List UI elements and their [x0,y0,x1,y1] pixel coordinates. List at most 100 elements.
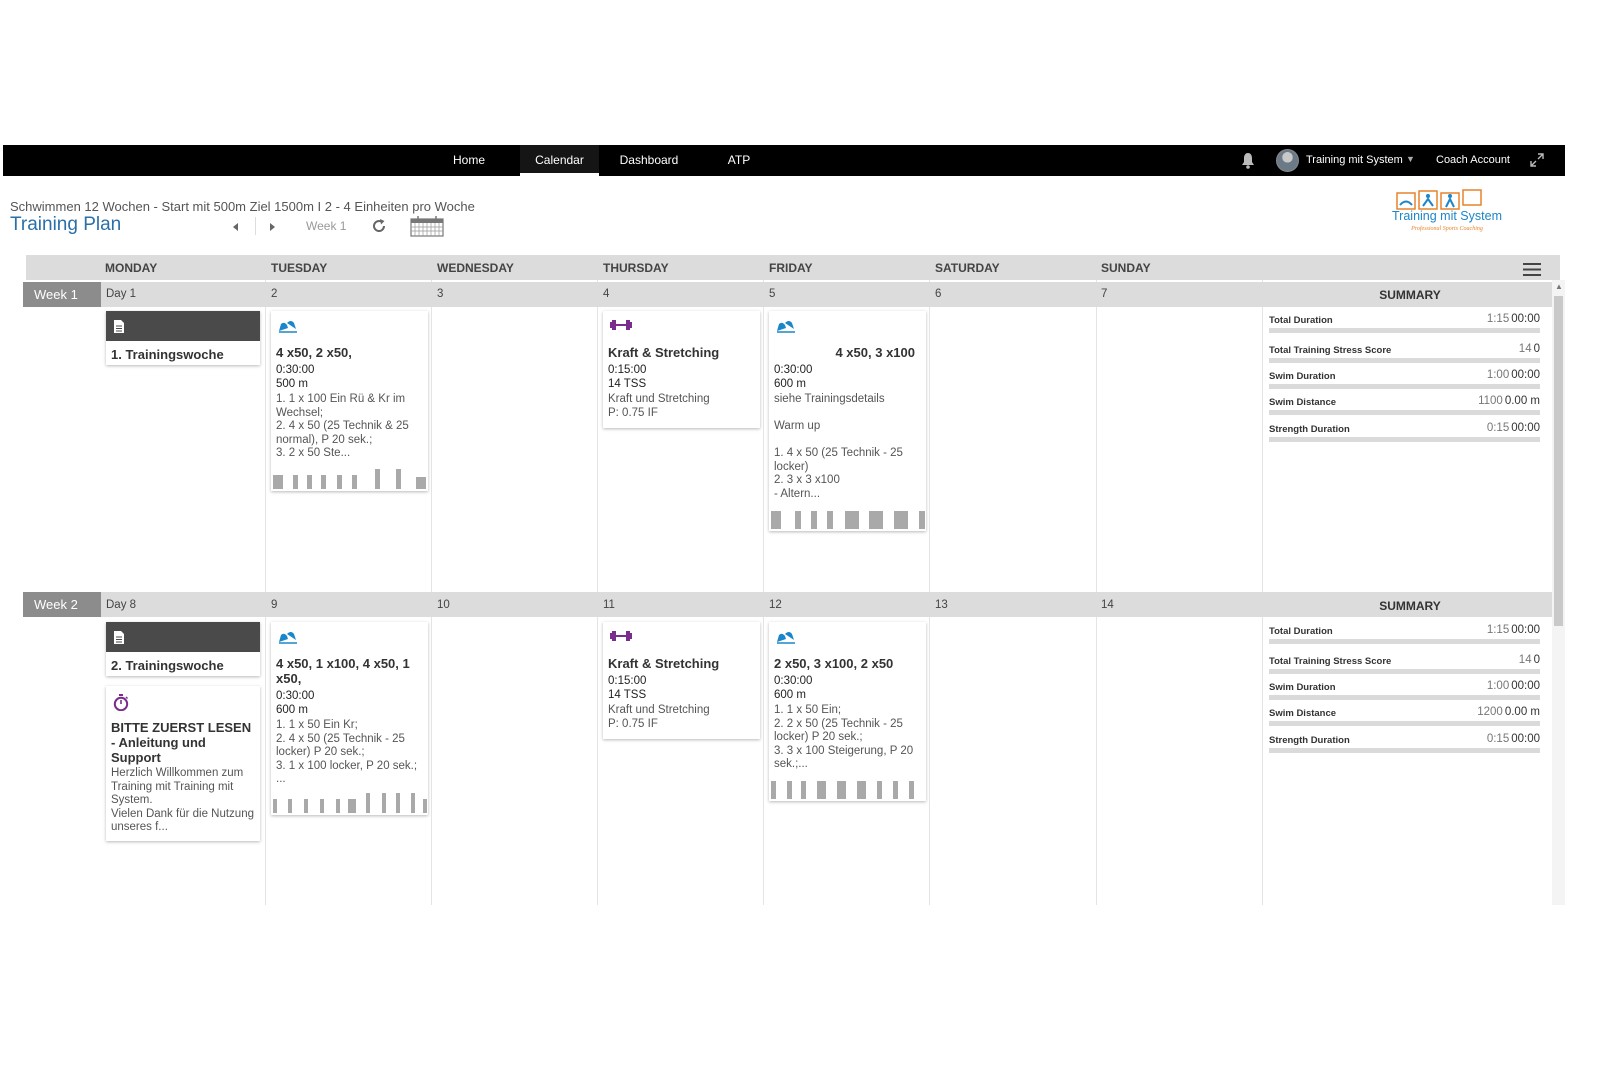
planned-value: 0:15 [1486,422,1510,434]
summary-swim-duration: Swim Duration 1:00 00:00 [1269,369,1540,397]
menu-icon[interactable] [1523,263,1541,276]
completed-value: 0 [1533,343,1540,355]
day-number: 7 [1101,288,1108,300]
training-mit-system-logo: Training mit System Professional Sports … [1392,189,1502,232]
day-number: 13 [935,599,948,611]
workout-card-swim[interactable]: 4 x50, 1 x100, 4 x50, 1 x50, 0:30:00 600… [271,622,428,815]
summary-value: 0:15 00:00 [1487,422,1540,434]
workout-duration: 0:15:00 [608,675,647,687]
summary-label: Swim Duration [1269,371,1336,382]
note-title: 1. Trainingswoche [111,347,224,362]
workout-tss: 14 TSS [608,689,647,701]
summary-strength-duration: Strength Duration 0:15 00:00 [1269,733,1540,761]
bell-icon[interactable] [1241,152,1255,169]
day-tuesday: TUESDAY [271,261,328,275]
summary-label: Total Training Stress Score [1269,656,1392,667]
scroll-up-icon[interactable]: ▲ [1555,282,1563,291]
divider [255,217,256,235]
summary-label: Swim Distance [1269,708,1337,719]
workout-duration: 0:30:00 [774,675,813,687]
planned-value: 1:00 [1486,680,1510,692]
day-number: 9 [271,599,278,611]
summary-total-duration: Total Duration 1:15 00:00 [1269,313,1540,341]
summary-value: 1:00 00:00 [1487,680,1540,692]
workout-card-strength[interactable]: Kraft & Stretching 0:15:00 14 TSS Kraft … [603,311,760,428]
workout-card-strength[interactable]: Kraft & Stretching 0:15:00 14 TSS Kraft … [603,622,760,739]
workout-duration: 0:30:00 [276,364,315,376]
previous-week-icon[interactable] [230,221,242,233]
vertical-scrollbar[interactable]: ▲ [1552,280,1565,905]
completed-value: 00:00 [1511,422,1540,434]
avatar[interactable] [1276,149,1299,172]
workout-card-swim[interactable]: 2 x50, 3 x100, 2 x50 0:30:00 600 m 1. 1 … [769,622,926,801]
completed-value: 0.00 m [1504,395,1540,407]
day-number: 5 [769,288,776,300]
chevron-down-icon[interactable]: ▼ [1406,145,1415,174]
day-thursday: THURSDAY [603,261,669,275]
completed-value: 00:00 [1511,680,1540,692]
strength-icon [610,320,632,330]
stopwatch-icon [113,694,129,711]
summary-strength-duration: Strength Duration 0:15 00:00 [1269,422,1540,450]
completed-value: 0 [1533,654,1540,666]
nav-calendar[interactable]: Calendar [520,145,599,176]
workout-distance: 500 m [276,378,308,390]
workout-card-swim[interactable]: 4 x50, 2 x50, 0:30:00 500 m 1. 1 x 100 E… [271,311,428,491]
info-title: BITTE ZUERST LESEN - Anleitung und Suppo… [111,720,252,765]
day-number: 10 [437,599,450,611]
day-saturday: SATURDAY [935,261,1000,275]
day-number: 3 [437,288,444,300]
summary-swim-distance: Swim Distance 1100 0.00 m [1269,395,1540,423]
coach-account-link[interactable]: Coach Account [1436,145,1510,175]
workout-card-swim[interactable]: 4 x50, 3 x100 0:30:00 600 m siehe Traini… [769,311,926,531]
week-label[interactable]: Week 1 [23,282,101,307]
refresh-icon[interactable] [371,218,387,234]
summary-label: Swim Duration [1269,682,1336,693]
swim-icon [777,321,795,333]
summary-label: Total Duration [1269,315,1333,326]
week-label[interactable]: Week 2 [23,592,101,617]
summary-total-duration: Total Duration 1:15 00:00 [1269,624,1540,652]
completed-value: 00:00 [1511,369,1540,381]
completed-value: 00:00 [1511,313,1540,325]
workout-title: Kraft & Stretching [608,656,720,671]
workout-structure-graph [771,511,925,529]
user-name[interactable]: Training mit System [1306,145,1403,175]
workout-distance: 600 m [774,689,806,701]
next-week-icon[interactable] [266,221,278,233]
swim-icon [777,632,795,644]
logo-tagline: Professional Sports Coaching [1410,225,1483,232]
logo-wordmark: Training mit System [1392,209,1502,223]
day-number: 14 [1101,599,1114,611]
planned-value: 0:15 [1486,733,1510,745]
calendar-app: Home Calendar Dashboard ATP Training mit… [3,145,1565,905]
day-monday: MONDAY [105,261,158,275]
note-card[interactable]: 1. Trainingswoche [106,311,260,365]
completed-value: 0.00 m [1504,706,1540,718]
nav-atp[interactable]: ATP [720,145,758,176]
planned-value: 1:15 [1486,313,1510,325]
nav-dashboard[interactable]: Dashboard [613,145,685,176]
page-title: Training Plan [10,214,122,235]
workout-duration: 0:15:00 [608,364,647,376]
progress-bar [1269,669,1540,674]
nav-home[interactable]: Home [443,145,495,176]
workout-structure-graph [273,469,426,489]
summary-tss: Total Training Stress Score 14 0 [1269,654,1540,682]
workout-description: Kraft und Stretching P: 0.75 IF [608,704,710,730]
progress-bar [1269,358,1540,363]
day-number: 6 [935,288,942,300]
summary-value: 1:00 00:00 [1487,369,1540,381]
day-friday: FRIDAY [769,261,813,275]
progress-bar [1269,695,1540,700]
calendar-icon[interactable] [410,216,444,237]
planned-value: 1:00 [1486,369,1510,381]
scrollbar-thumb[interactable] [1554,296,1563,626]
note-card[interactable]: 2. Trainingswoche [106,622,260,676]
day-wednesday: WEDNESDAY [437,261,514,275]
expand-icon[interactable] [1529,152,1545,168]
workout-description: 1. 1 x 100 Ein Rü & Kr im Wechsel; 2. 4 … [276,393,409,459]
summary-label: Strength Duration [1269,424,1350,435]
info-card[interactable]: BITTE ZUERST LESEN - Anleitung und Suppo… [106,686,260,841]
document-icon [114,320,124,333]
